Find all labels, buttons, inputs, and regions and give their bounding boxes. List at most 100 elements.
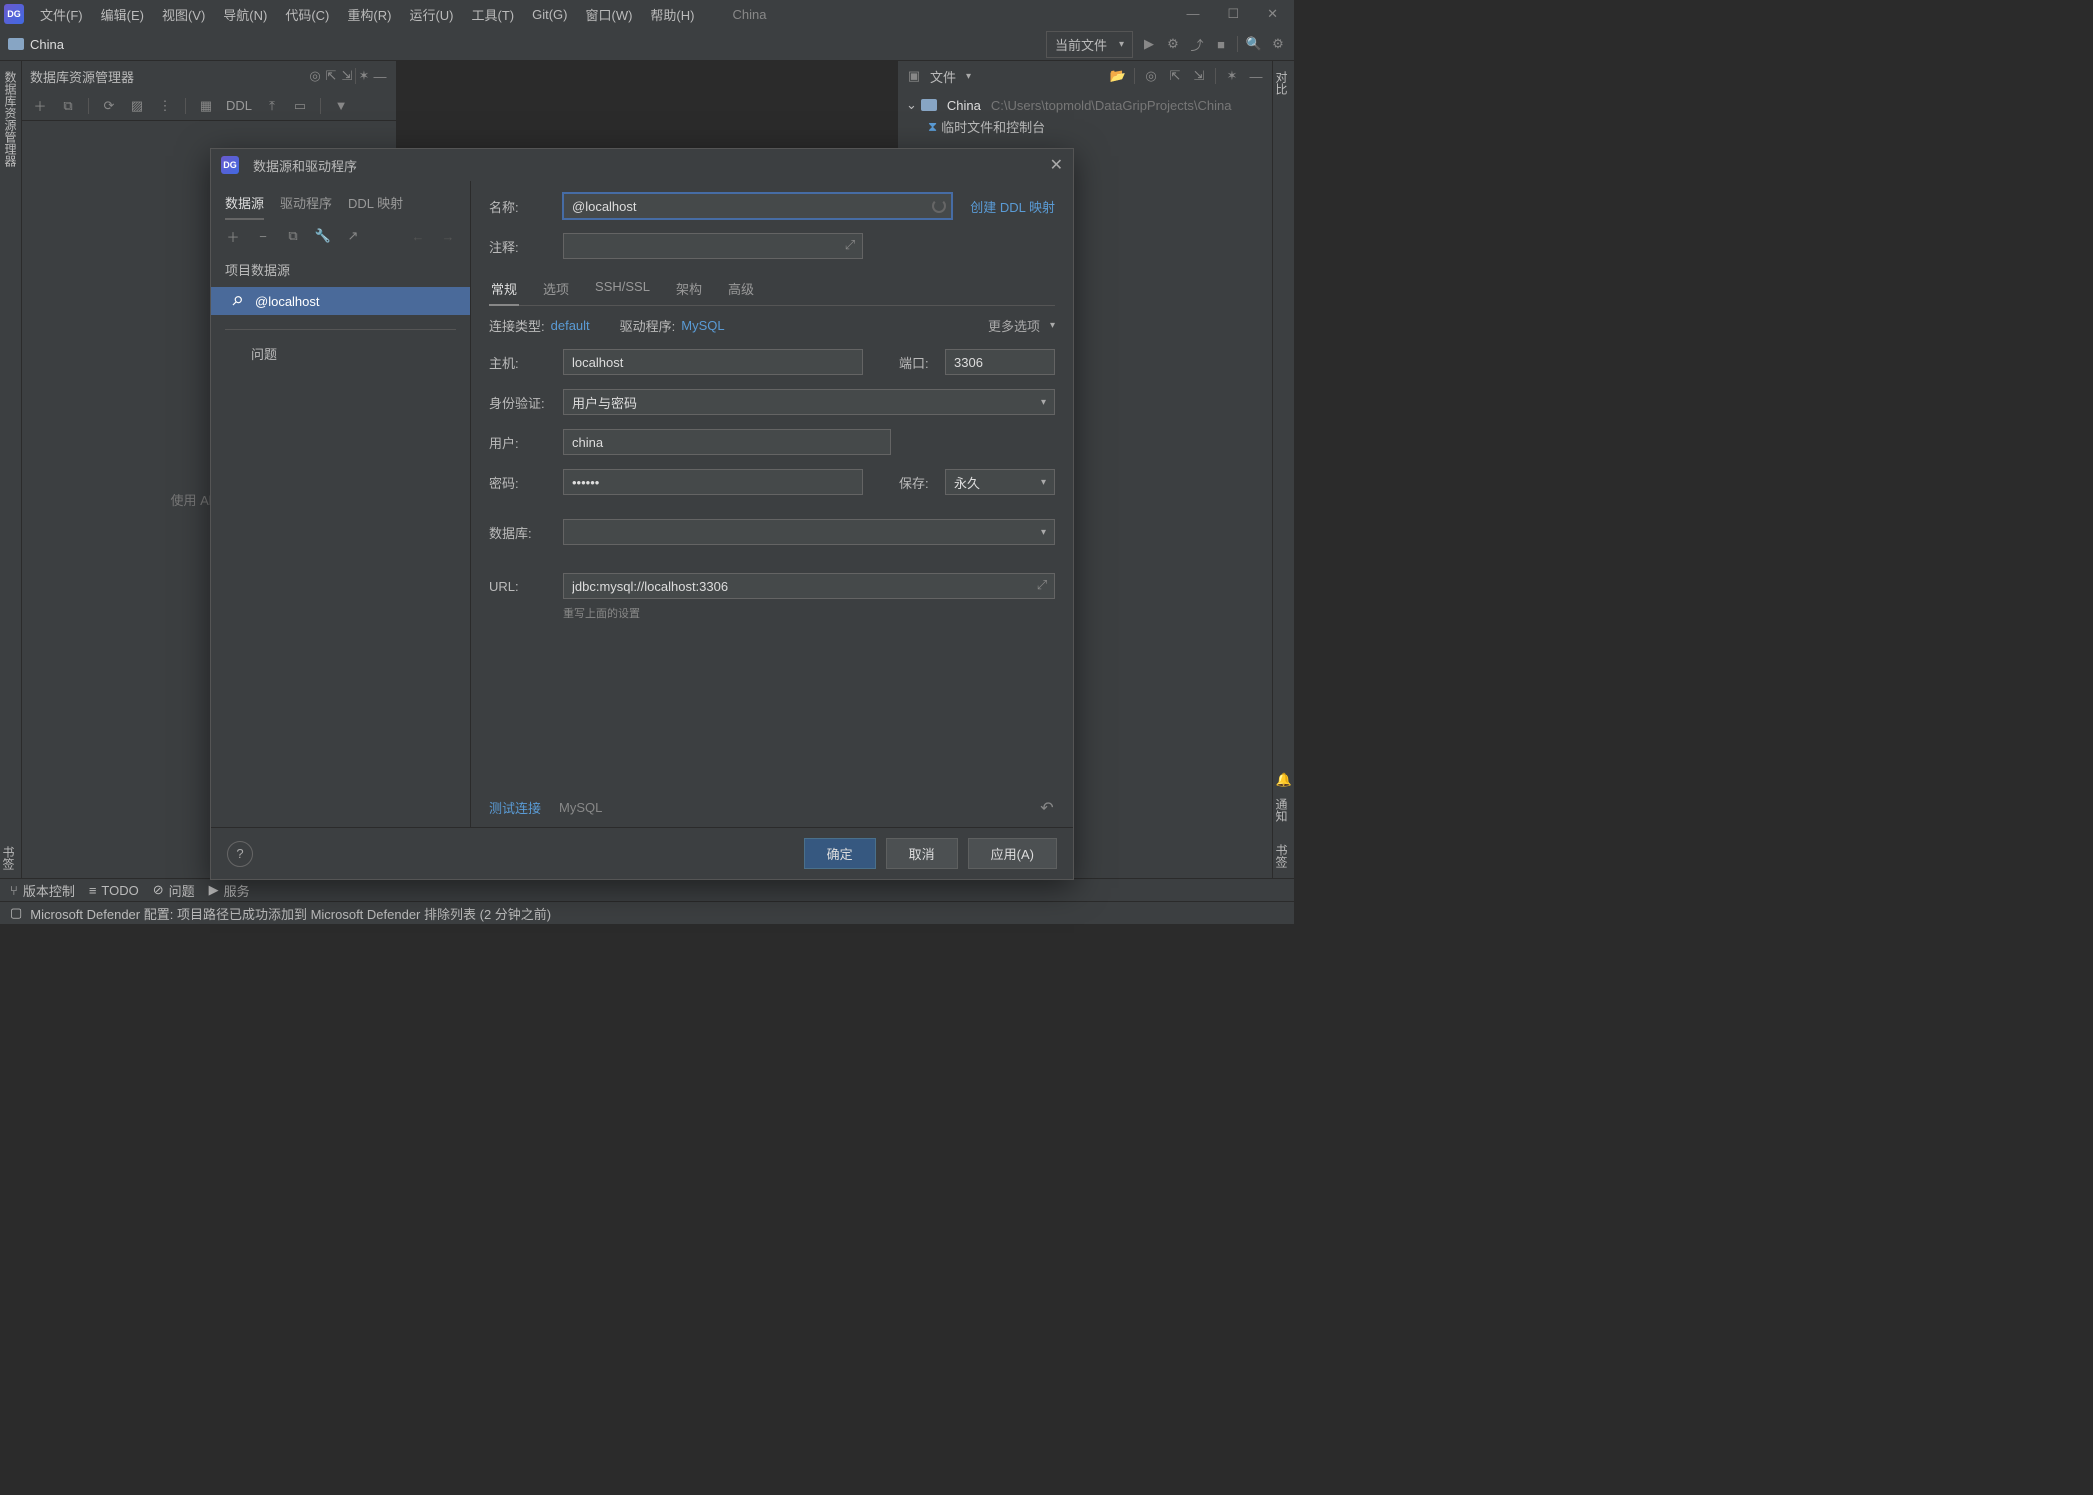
add-icon[interactable]: ＋	[225, 228, 241, 244]
menu-navigate[interactable]: 导航(N)	[215, 2, 275, 27]
target-icon[interactable]: ◎	[307, 68, 323, 84]
gear-icon[interactable]: ✶	[1224, 68, 1240, 84]
minimize-panel-icon[interactable]: —	[372, 68, 388, 84]
open-folder-icon[interactable]: 📂	[1110, 68, 1126, 84]
title-bar: DG 文件(F) 编辑(E) 视图(V) 导航(N) 代码(C) 重构(R) 运…	[0, 0, 1294, 28]
database-select[interactable]: ▾	[563, 519, 1055, 545]
menu-file[interactable]: 文件(F)	[32, 2, 91, 27]
view-mode-icon[interactable]: ▣	[906, 68, 922, 84]
test-connection[interactable]: 测试连接	[489, 798, 541, 817]
tab-options[interactable]: 选项	[541, 273, 571, 305]
minimize-panel-icon[interactable]: —	[1248, 68, 1264, 84]
host-input[interactable]	[563, 349, 863, 375]
table-icon[interactable]: ▦	[198, 98, 214, 114]
target-icon[interactable]: ◎	[1143, 68, 1159, 84]
copy-icon[interactable]: ⧉	[285, 228, 301, 244]
vcs-tab[interactable]: ⑂版本控制	[10, 881, 75, 900]
tab-drivers[interactable]: 驱动程序	[280, 187, 332, 220]
ds-localhost[interactable]: ⚲ @localhost	[211, 287, 470, 315]
expand-icon[interactable]: ⇱	[1167, 68, 1183, 84]
wrench-icon[interactable]: 🔧	[315, 228, 331, 244]
tree-scratch[interactable]: ⧗ 临时文件和控制台	[906, 115, 1264, 138]
revert-icon[interactable]: ↶	[1039, 800, 1055, 816]
tx-icon[interactable]: ⋮	[157, 98, 173, 114]
tree-root[interactable]: ⌄ China C:\Users\topmold\DataGripProject…	[906, 95, 1264, 115]
tab-ssh[interactable]: SSH/SSL	[593, 273, 652, 305]
collapse-icon[interactable]: ⇲	[1191, 68, 1207, 84]
tab-sources[interactable]: 数据源	[225, 187, 264, 220]
notifications-icon[interactable]: 🔔	[1276, 772, 1292, 788]
bookmarks-tab[interactable]: 书签	[1273, 838, 1290, 874]
tab-ddl[interactable]: DDL 映射	[348, 187, 403, 220]
refresh-icon[interactable]: ⟳	[101, 98, 117, 114]
stop-icon[interactable]: ■	[1213, 36, 1229, 52]
user-input[interactable]	[563, 429, 891, 455]
menu-window[interactable]: 窗口(W)	[577, 2, 640, 27]
apply-button[interactable]: 应用(A)	[968, 838, 1057, 869]
db-tool-tab[interactable]: 数据库资源管理器	[2, 65, 19, 173]
url-input[interactable]	[563, 573, 1055, 599]
menu-git[interactable]: Git(G)	[524, 4, 575, 25]
comment-input[interactable]	[563, 233, 863, 259]
ddl-button[interactable]: DDL	[226, 98, 252, 113]
todo-tab[interactable]: ≡TODO	[89, 883, 139, 898]
stop-refresh-icon[interactable]: ▨	[129, 98, 145, 114]
expand-icon[interactable]: ⤢	[1033, 577, 1051, 593]
back-icon[interactable]: ←	[410, 228, 426, 244]
expand-icon[interactable]: ⇱	[323, 68, 339, 84]
files-dropdown-label: 文件	[930, 67, 956, 86]
status-icon[interactable]: ▢	[10, 905, 22, 921]
gear-icon[interactable]: ✶	[356, 68, 372, 84]
add-icon[interactable]: ＋	[32, 98, 48, 114]
close-icon[interactable]: ✕	[1050, 155, 1063, 175]
ok-button[interactable]: 确定	[804, 838, 876, 869]
close-icon[interactable]: ✕	[1263, 6, 1282, 22]
filter-icon[interactable]: ▼	[333, 98, 349, 114]
tab-general[interactable]: 常规	[489, 273, 519, 306]
maximize-icon[interactable]: ☐	[1223, 6, 1243, 22]
compare-tab[interactable]: 对比	[1273, 65, 1290, 101]
conn-type-value[interactable]: default	[551, 318, 590, 333]
run-config-combo[interactable]: 当前文件 ▾	[1046, 31, 1133, 58]
forward-icon[interactable]: →	[440, 228, 456, 244]
port-input[interactable]	[945, 349, 1055, 375]
menu-run[interactable]: 运行(U)	[401, 2, 461, 27]
console-icon[interactable]: ▭	[292, 98, 308, 114]
notifications-tab[interactable]: 通知	[1273, 792, 1290, 828]
jump-icon[interactable]: ⤒	[264, 98, 280, 114]
export-icon[interactable]: ↗	[345, 228, 361, 244]
save-select[interactable]: 永久 ▾	[945, 469, 1055, 495]
tab-schema[interactable]: 架构	[674, 273, 704, 305]
tab-advanced[interactable]: 高级	[726, 273, 756, 305]
create-ddl-link[interactable]: 创建 DDL 映射	[970, 197, 1055, 216]
menu-code[interactable]: 代码(C)	[277, 2, 337, 27]
attach-icon[interactable]: ⤴	[1189, 36, 1205, 52]
password-input[interactable]	[563, 469, 863, 495]
services-tab[interactable]: ▶服务	[209, 881, 250, 900]
more-options[interactable]: 更多选项▾	[988, 316, 1055, 335]
run-icon[interactable]: ▶	[1141, 36, 1157, 52]
copy-icon[interactable]: ⧉	[60, 98, 76, 114]
settings-icon[interactable]: ⚙	[1270, 36, 1286, 52]
debug-icon[interactable]: ⚙	[1165, 36, 1181, 52]
files-dropdown[interactable]: 文件 ▾	[930, 67, 971, 86]
name-input[interactable]	[563, 193, 952, 219]
left-bookmarks-tab[interactable]: 书签	[0, 840, 22, 876]
search-icon[interactable]: 🔍	[1246, 36, 1262, 52]
breadcrumb-project[interactable]: China	[30, 37, 64, 52]
expand-icon[interactable]: ⤢	[841, 237, 859, 253]
auth-select[interactable]: 用户与密码 ▾	[563, 389, 1055, 415]
driver-value[interactable]: MySQL	[681, 318, 724, 333]
help-button[interactable]: ?	[227, 841, 253, 867]
problems-tab[interactable]: ⊘问题	[153, 881, 195, 900]
menu-refactor[interactable]: 重构(R)	[339, 2, 399, 27]
menu-help[interactable]: 帮助(H)	[642, 2, 702, 27]
menu-edit[interactable]: 编辑(E)	[93, 2, 152, 27]
menu-view[interactable]: 视图(V)	[154, 2, 213, 27]
cancel-button[interactable]: 取消	[886, 838, 958, 869]
minimize-icon[interactable]: —	[1182, 6, 1203, 22]
section-problems: 问题	[211, 336, 470, 371]
menu-tools[interactable]: 工具(T)	[463, 2, 522, 27]
remove-icon[interactable]: −	[255, 228, 271, 244]
collapse-icon[interactable]: ⇲	[339, 68, 355, 84]
